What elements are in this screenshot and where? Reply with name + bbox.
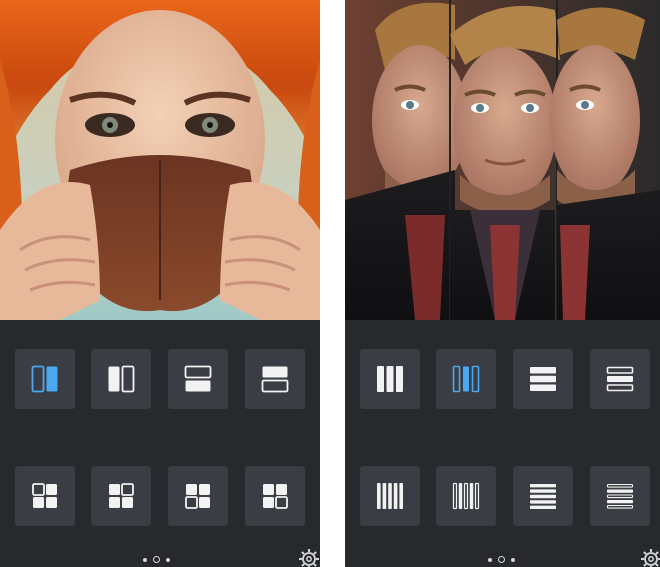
five-horizontal-strips-outline-icon xyxy=(606,483,634,509)
mirror-effect-screen xyxy=(0,0,320,567)
mirror-quad-alt-button[interactable] xyxy=(168,466,228,526)
mirror-vertical-left-icon xyxy=(31,365,58,393)
page-indicator xyxy=(143,556,170,563)
mirror-quad-variant-button[interactable] xyxy=(91,466,151,526)
mirror-horizontal-top-icon xyxy=(184,365,212,392)
five-vertical-strips-outline-icon xyxy=(452,482,480,510)
mirror-quad-alt-icon xyxy=(185,484,210,509)
three-vertical-strips-icon xyxy=(377,366,403,392)
three-horizontal-strips-outline-button[interactable] xyxy=(590,349,650,409)
three-vertical-strips-outline-button[interactable] xyxy=(436,349,496,409)
mirror-vertical-right-button[interactable] xyxy=(91,349,151,409)
five-vertical-strips-button[interactable] xyxy=(360,466,420,526)
three-horizontal-strips-button[interactable] xyxy=(513,349,573,409)
mirror-horizontal-bottom-button[interactable] xyxy=(245,349,305,409)
settings-gear-icon[interactable] xyxy=(298,548,320,567)
mirror-quad-corner-icon xyxy=(263,484,288,509)
strip-portrait-photo xyxy=(345,0,660,320)
five-horizontal-strips-outline-button[interactable] xyxy=(590,466,650,526)
page-dot[interactable] xyxy=(166,557,170,562)
mirror-horizontal-top-button[interactable] xyxy=(168,349,228,409)
page-dot-active[interactable] xyxy=(498,556,505,563)
three-horizontal-strips-outline-icon xyxy=(606,366,634,392)
three-vertical-strips-outline-icon xyxy=(452,365,480,393)
mirror-horizontal-bottom-icon xyxy=(261,366,289,393)
five-horizontal-strips-icon xyxy=(530,484,556,509)
page-indicator xyxy=(488,556,515,563)
layout-panel xyxy=(0,320,320,567)
three-horizontal-strips-icon xyxy=(530,367,556,391)
strips-effect-screen xyxy=(345,0,660,567)
mirror-vertical-left-button[interactable] xyxy=(15,349,75,409)
five-vertical-strips-icon xyxy=(377,483,403,509)
mirror-quad-icon xyxy=(32,483,57,508)
five-horizontal-strips-button[interactable] xyxy=(513,466,573,526)
page-dot[interactable] xyxy=(488,557,492,562)
mirror-vertical-right-icon xyxy=(108,365,135,393)
three-vertical-strips-button[interactable] xyxy=(360,349,420,409)
mirror-quad-button[interactable] xyxy=(15,466,75,526)
five-vertical-strips-outline-button[interactable] xyxy=(436,466,496,526)
mirror-quad-variant-icon xyxy=(109,483,134,508)
mirror-quad-corner-button[interactable] xyxy=(245,466,305,526)
page-dot[interactable] xyxy=(143,557,147,562)
page-dot-active[interactable] xyxy=(153,556,160,563)
layout-panel xyxy=(345,320,660,567)
page-dot[interactable] xyxy=(511,557,515,562)
settings-gear-icon[interactable] xyxy=(640,548,660,567)
mirrored-portrait-photo xyxy=(0,0,320,320)
